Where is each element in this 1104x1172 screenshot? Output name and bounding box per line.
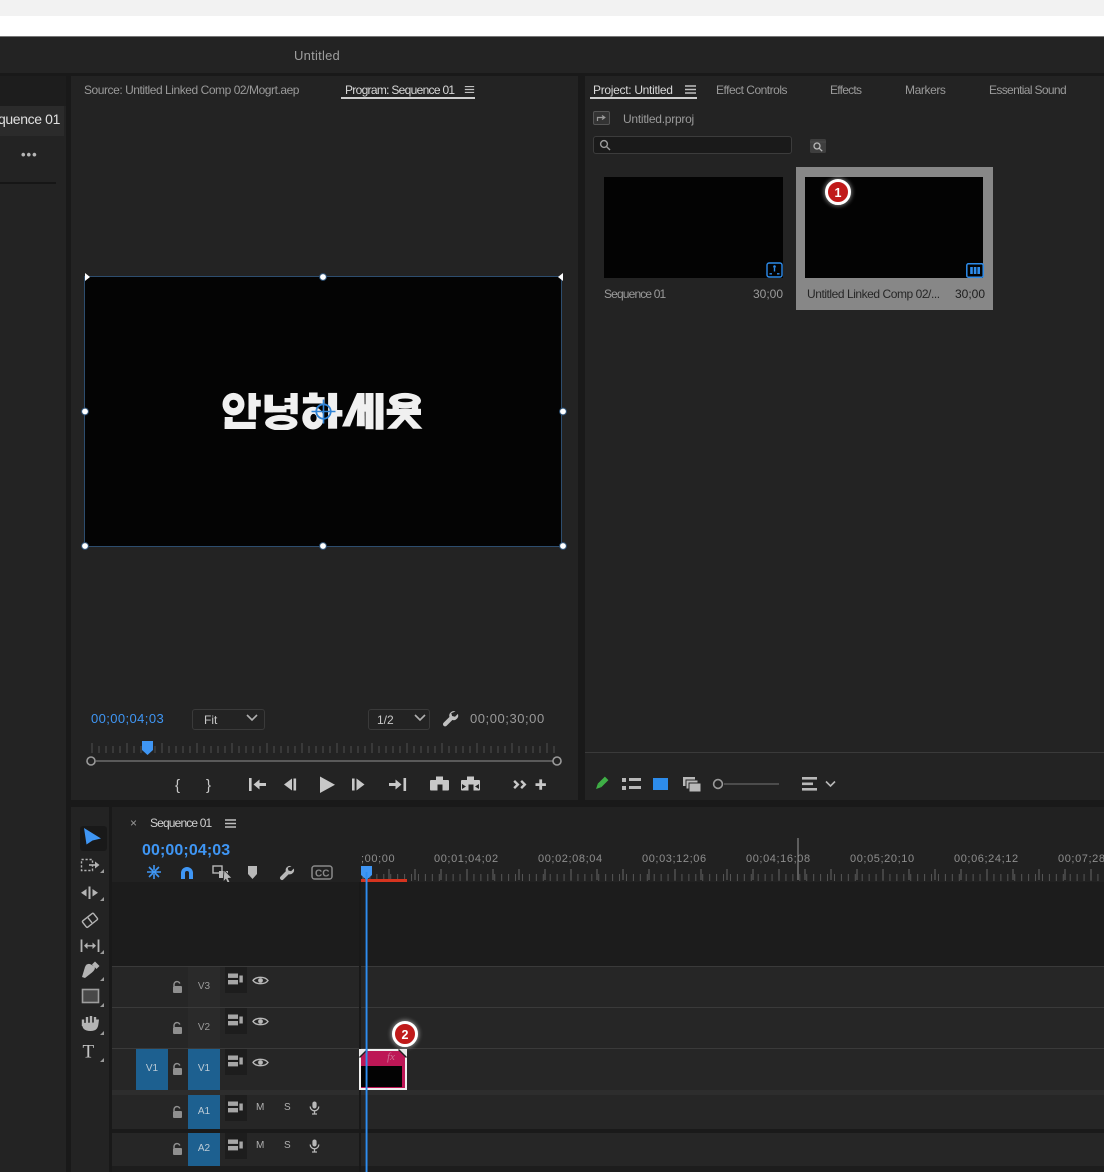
svg-text:CC: CC: [315, 869, 329, 880]
svg-text:}: }: [206, 777, 211, 794]
svg-text:T: T: [83, 1042, 95, 1063]
svg-text:{: {: [175, 777, 180, 794]
